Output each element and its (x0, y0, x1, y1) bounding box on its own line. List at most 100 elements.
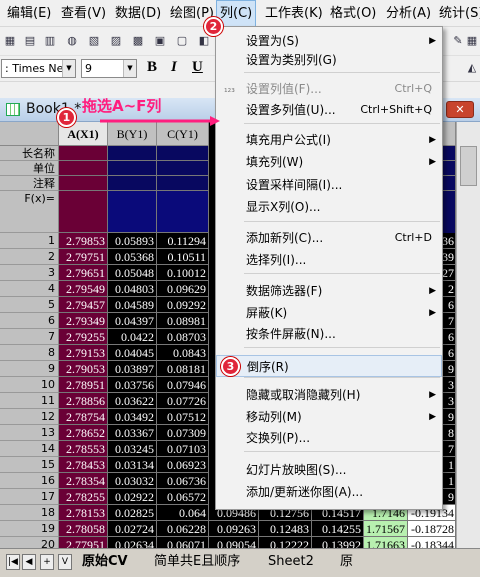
cell-c[interactable]: 0.0843 (157, 345, 209, 361)
sheet-tab-active[interactable]: 原始CV (76, 553, 134, 572)
menu-item[interactable]: 按条件屏蔽(N)... (216, 323, 442, 345)
sheet-list-button[interactable]: V (58, 554, 72, 570)
cell-b[interactable]: 0.03492 (108, 409, 157, 425)
row-header[interactable]: 8 (0, 345, 59, 361)
meta-cell[interactable] (59, 191, 108, 233)
prev-sheet-button[interactable]: ◀ (22, 554, 36, 570)
cell-e[interactable]: 0.12483 (259, 521, 312, 537)
cell-a[interactable]: 2.79751 (59, 249, 108, 265)
menu-analysis[interactable]: 分析(A) (383, 0, 434, 27)
cell-a[interactable]: 2.78951 (59, 377, 108, 393)
meta-cell[interactable] (108, 146, 157, 161)
menu-item[interactable]: 添加/更新迷你图(A)... (216, 481, 442, 503)
partial-cell[interactable]: 9 (441, 489, 456, 505)
meta-cell[interactable] (441, 161, 456, 176)
cell-f[interactable]: 0.14255 (312, 521, 364, 537)
meta-cell[interactable] (441, 176, 456, 191)
new-worksheet-icon[interactable]: ▦ (2, 33, 18, 49)
meta-cell[interactable] (108, 191, 157, 233)
partial-cell[interactable]: 1 (441, 457, 456, 473)
cell-h[interactable]: -0.18728 (408, 521, 456, 537)
cell-c[interactable]: 0.06736 (157, 473, 209, 489)
cell-b[interactable]: 0.03897 (108, 361, 157, 377)
cell-c[interactable]: 0.07309 (157, 425, 209, 441)
cell-a[interactable]: 2.79853 (59, 233, 108, 249)
cell-c[interactable]: 0.08181 (157, 361, 209, 377)
row-header[interactable]: 11 (0, 393, 59, 409)
row-header[interactable]: 3 (0, 265, 59, 281)
add-sheet-button[interactable]: + (40, 554, 54, 570)
cell-c[interactable]: 0.08981 (157, 313, 209, 329)
cell-b[interactable]: 0.04589 (108, 297, 157, 313)
partial-cell[interactable]: 2 (441, 281, 456, 297)
menu-item[interactable]: 幻灯片放映图(S)... (216, 459, 442, 481)
table-icon[interactable]: ▦ (464, 33, 480, 49)
cell-b[interactable]: 0.02922 (108, 489, 157, 505)
vertical-scrollbar[interactable] (456, 122, 480, 548)
partial-cell[interactable]: 3 (441, 393, 456, 409)
corner-cell[interactable] (0, 122, 59, 146)
bold-button[interactable]: B (147, 58, 157, 76)
row-header[interactable]: 12 (0, 409, 59, 425)
scrollbar-thumb[interactable] (460, 146, 477, 186)
cell-c[interactable]: 0.06923 (157, 457, 209, 473)
menu-format[interactable]: 格式(O) (327, 0, 379, 27)
cell-c[interactable]: 0.08703 (157, 329, 209, 345)
row-header[interactable]: 16 (0, 473, 59, 489)
row-header[interactable]: 14 (0, 441, 59, 457)
cell-a[interactable]: 2.79053 (59, 361, 108, 377)
menu-item[interactable]: 屏蔽(K) ▶ (216, 302, 442, 324)
cell-c[interactable]: 0.10511 (157, 249, 209, 265)
cell-a[interactable]: 2.79349 (59, 313, 108, 329)
menu-item[interactable]: 移动列(M) ▶ (216, 406, 442, 428)
menu-item[interactable]: ¹²³ 设置列值(F)... Ctrl+Q (216, 78, 442, 100)
meta-cell[interactable] (157, 146, 209, 161)
row-header[interactable]: 1 (0, 233, 59, 249)
new-function-icon[interactable]: ▧ (86, 33, 102, 49)
menu-item[interactable]: 设置为类别列(G) (216, 49, 442, 71)
cell-c[interactable]: 0.11294 (157, 233, 209, 249)
menu-statistics[interactable]: 统计(S) (436, 0, 480, 27)
partial-cell[interactable]: 7 (441, 313, 456, 329)
cell-b[interactable]: 0.05048 (108, 265, 157, 281)
cell-c[interactable]: 0.09629 (157, 281, 209, 297)
row-header[interactable]: 7 (0, 329, 59, 345)
cell-a[interactable]: 2.78652 (59, 425, 108, 441)
cell-b[interactable]: 0.03134 (108, 457, 157, 473)
cell-c[interactable]: 0.07512 (157, 409, 209, 425)
row-header[interactable]: 9 (0, 361, 59, 377)
meta-cell[interactable] (59, 161, 108, 176)
cell-b[interactable]: 0.05368 (108, 249, 157, 265)
menu-data[interactable]: 数据(D) (112, 0, 164, 27)
fill-color-icon[interactable]: ◭ (464, 60, 480, 76)
meta-cell[interactable] (59, 176, 108, 191)
row-header[interactable]: 4 (0, 281, 59, 297)
meta-cell[interactable] (157, 161, 209, 176)
cell-a[interactable]: 2.78453 (59, 457, 108, 473)
cell-c[interactable]: 0.09292 (157, 297, 209, 313)
cell-b[interactable]: 0.03367 (108, 425, 157, 441)
sheet-tab[interactable]: 简单共E且顺序 (148, 553, 246, 572)
new-matrix-icon[interactable]: ▥ (42, 33, 58, 49)
cell-b[interactable]: 0.02724 (108, 521, 157, 537)
meta-cell[interactable] (157, 191, 209, 233)
cell-b[interactable]: 0.04045 (108, 345, 157, 361)
partial-cell[interactable]: 9 (441, 409, 456, 425)
underline-button[interactable]: U (192, 58, 203, 76)
close-button[interactable]: ✕ (446, 101, 474, 118)
menu-view[interactable]: 查看(V) (58, 0, 109, 27)
partial-cell[interactable]: 6 (441, 345, 456, 361)
menu-worksheet[interactable]: 工作表(K) (262, 0, 326, 27)
cell-b[interactable]: 0.04397 (108, 313, 157, 329)
partial-cell[interactable]: 3 (441, 377, 456, 393)
menu-item[interactable]: 倒序(R) (216, 355, 442, 377)
partial-cell[interactable]: 6 (441, 297, 456, 313)
cell-c[interactable]: 0.064 (157, 505, 209, 521)
row-header[interactable]: 2 (0, 249, 59, 265)
partial-cell[interactable]: 8 (441, 425, 456, 441)
new-project-icon[interactable]: ◍ (64, 33, 80, 49)
chevron-down-icon[interactable]: ▼ (123, 60, 136, 77)
partial-cell[interactable]: 27 (441, 265, 456, 281)
partial-cell[interactable]: 6 (441, 329, 456, 345)
cell-a[interactable]: 2.78153 (59, 505, 108, 521)
